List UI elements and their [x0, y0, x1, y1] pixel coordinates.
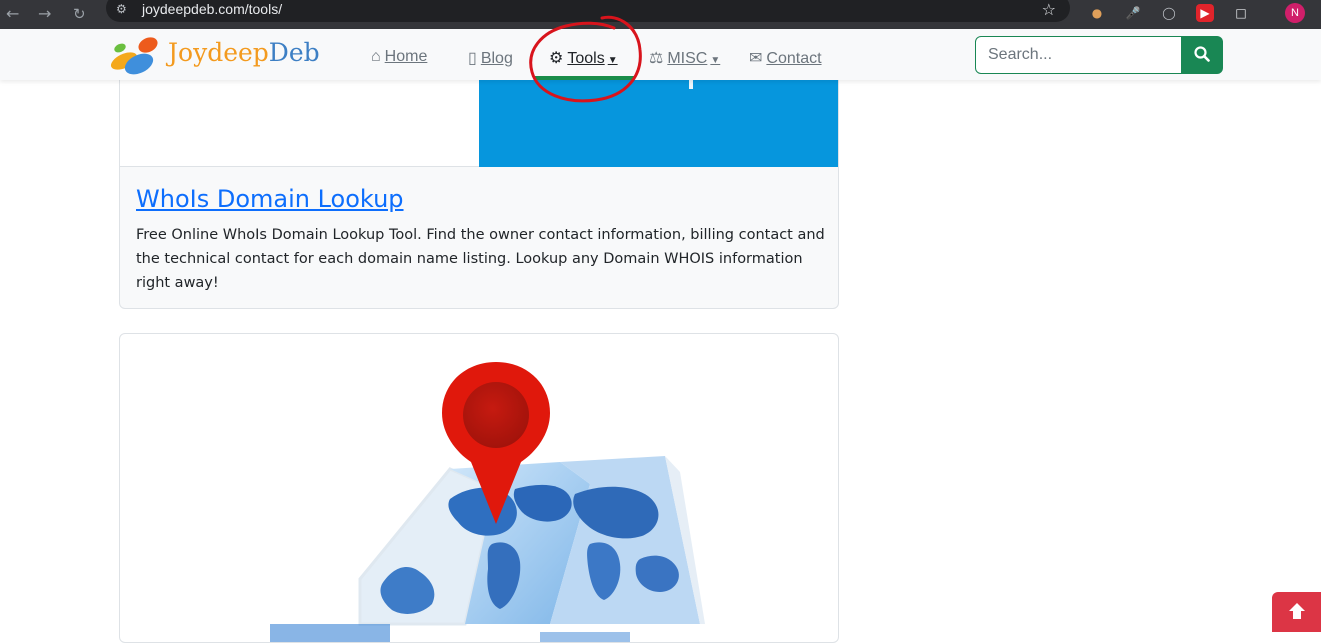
file-icon: ▯ — [468, 50, 477, 67]
nav-misc-label: MISC — [667, 50, 708, 67]
caret-down-icon: ▼ — [710, 55, 721, 66]
gear-icon: ⚙ — [549, 50, 564, 67]
brand-name-part1: Joydeep — [168, 38, 269, 67]
home-icon: ⌂ — [371, 48, 381, 65]
search-icon — [1194, 45, 1210, 62]
joydeepdeb-logo-icon[interactable] — [108, 34, 160, 76]
address-bar[interactable]: ⚙ joydeepdeb.com/tools/ ☆ — [106, 0, 1070, 22]
image-caption-fragment — [540, 632, 630, 642]
cookie-extension-icon[interactable]: ● — [1088, 4, 1106, 22]
nav-blog-label: Blog — [480, 50, 513, 67]
site-navbar: JoydeepDeb ⌂ Home ▯ Blog ⚙ Tools ▼ ⚖ MISC ▼ ✉ C… — [0, 29, 1321, 80]
brand-name-part2: Deb — [268, 38, 320, 67]
card-title-link[interactable]: WhoIs Domain Lookup — [136, 185, 404, 213]
nav-contact-label: Contact — [766, 50, 822, 67]
bookmark-star-icon[interactable]: ☆ — [1042, 0, 1056, 19]
profile-avatar[interactable]: N — [1285, 3, 1305, 23]
nav-misc-dropdown[interactable]: ⚖ MISC ▼ — [649, 48, 720, 68]
nav-tools-label: Tools — [567, 50, 605, 67]
nav-tools-dropdown[interactable]: ⚙ Tools ▼ — [549, 48, 618, 68]
shield-extension-icon[interactable]: ◯ — [1160, 4, 1178, 22]
forward-arrow-icon[interactable]: → — [38, 4, 51, 24]
tool-card-map — [119, 333, 839, 643]
media-extension-icon[interactable]: ▶ — [1196, 4, 1214, 22]
site-info-icon[interactable]: ⚙ — [116, 2, 127, 16]
search-input[interactable] — [975, 36, 1182, 74]
microphone-icon[interactable]: 🎤 — [1124, 4, 1142, 22]
card-description: Free Online WhoIs Domain Lookup Tool. Fi… — [136, 227, 825, 291]
nav-contact[interactable]: ✉ Contact — [749, 48, 822, 68]
image-caption-fragment — [270, 624, 390, 642]
reload-icon[interactable]: ↻ — [73, 4, 86, 24]
envelope-icon: ✉ — [749, 50, 763, 67]
nav-home-label: Home — [384, 48, 428, 65]
address-url[interactable]: joydeepdeb.com/tools/ — [142, 1, 282, 17]
nav-active-indicator — [534, 76, 634, 80]
caret-down-icon: ▼ — [607, 55, 618, 66]
brand-name[interactable]: JoydeepDeb — [168, 38, 320, 67]
flask-icon: ⚖ — [649, 50, 664, 67]
banner-glyph — [689, 79, 693, 89]
search-button[interactable] — [1181, 36, 1223, 74]
arrow-up-icon — [1289, 602, 1305, 619]
pin-head — [463, 382, 529, 448]
back-to-top-button[interactable] — [1272, 592, 1321, 632]
tool-card-whois: WhoIs Domain Lookup Free Online WhoIs Do… — [119, 50, 839, 309]
browser-toolbar: ← → ↻ ⚙ joydeepdeb.com/tools/ ☆ ● 🎤 ◯ ▶ … — [0, 0, 1321, 29]
extensions-puzzle-icon[interactable]: □ — [1232, 4, 1250, 22]
back-arrow-icon[interactable]: ← — [6, 4, 19, 24]
nav-home[interactable]: ⌂ Home — [371, 48, 427, 66]
world-map-pin-image[interactable] — [120, 334, 839, 643]
nav-blog[interactable]: ▯ Blog — [468, 48, 513, 68]
